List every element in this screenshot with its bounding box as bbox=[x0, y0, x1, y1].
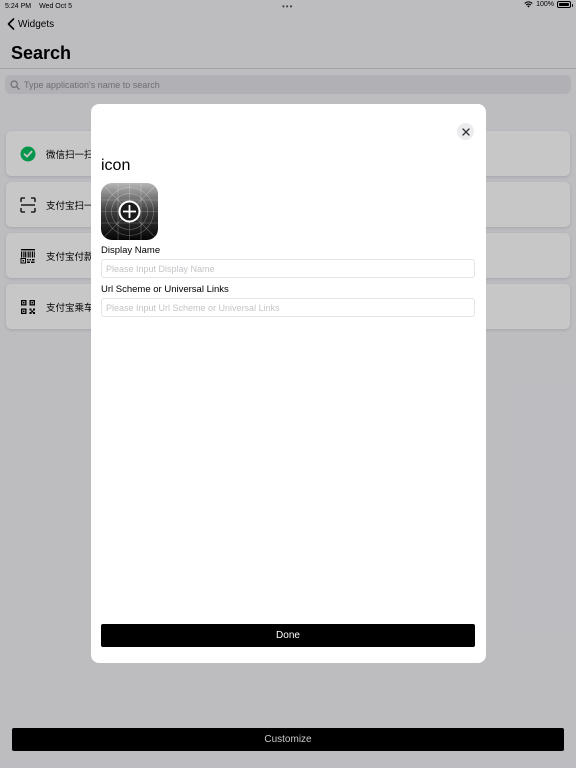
close-button[interactable] bbox=[457, 123, 474, 140]
url-scheme-label: Url Scheme or Universal Links bbox=[101, 284, 229, 295]
display-name-label: Display Name bbox=[101, 245, 161, 256]
url-scheme-input[interactable] bbox=[101, 298, 475, 317]
close-icon bbox=[461, 127, 470, 136]
display-name-input[interactable] bbox=[101, 259, 475, 278]
modal-heading: icon bbox=[101, 157, 131, 174]
icon-placeholder-icon bbox=[101, 183, 158, 240]
edit-app-modal: icon Display Name Please Input Display N… bbox=[91, 104, 486, 663]
screen: 5:24 PM Wed Oct 5 ••• 100% Widgets Searc… bbox=[0, 0, 576, 768]
done-button[interactable]: Done bbox=[101, 624, 475, 647]
icon-picker[interactable] bbox=[101, 183, 158, 240]
